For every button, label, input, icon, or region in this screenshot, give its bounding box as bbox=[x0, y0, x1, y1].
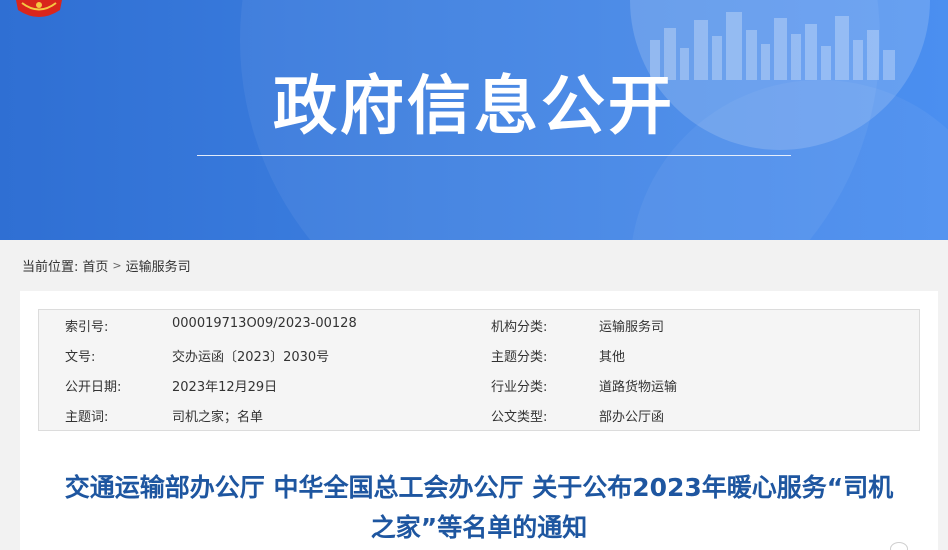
breadcrumb-department-link[interactable]: 运输服务司 bbox=[126, 256, 191, 275]
meta-label: 文号: bbox=[65, 350, 96, 365]
breadcrumb-separator: > bbox=[112, 258, 122, 272]
content-panel: 索引号: 000019713O09/2023-00128 机构分类: 运输服务司… bbox=[20, 291, 938, 550]
header-banner: 政府信息公开 bbox=[0, 0, 948, 240]
banner-underline bbox=[197, 155, 791, 156]
meta-label: 行业分类: bbox=[491, 380, 548, 395]
meta-value: 000019713O09/2023-00128 bbox=[172, 316, 357, 331]
meta-row: 文号: 交办运函〔2023〕2030号 主题分类: 其他 bbox=[39, 340, 919, 370]
meta-value: 2023年12月29日 bbox=[172, 380, 278, 395]
document-metadata-table: 索引号: 000019713O09/2023-00128 机构分类: 运输服务司… bbox=[38, 309, 920, 431]
meta-value: 交办运函〔2023〕2030号 bbox=[172, 350, 330, 365]
breadcrumb: 当前位置: 首页 > 运输服务司 bbox=[22, 255, 191, 275]
meta-label: 公开日期: bbox=[65, 380, 122, 395]
meta-label: 公文类型: bbox=[491, 410, 548, 425]
banner-title: 政府信息公开 bbox=[273, 70, 675, 144]
meta-value: 道路货物运输 bbox=[599, 380, 678, 395]
meta-label: 主题分类: bbox=[491, 350, 548, 365]
meta-row: 公开日期: 2023年12月29日 行业分类: 道路货物运输 bbox=[39, 370, 919, 400]
watermark bbox=[890, 542, 908, 550]
meta-value: 其他 bbox=[599, 350, 626, 365]
document-title-line: 之家”等名单的通知 bbox=[370, 513, 588, 542]
meta-value: 运输服务司 bbox=[599, 320, 665, 335]
meta-label: 主题词: bbox=[65, 410, 109, 425]
document-title-line: 交通运输部办公厅 中华全国总工会办公厅 关于公布2023年暖心服务“司机 bbox=[64, 473, 894, 502]
meta-value: 司机之家；名单 bbox=[172, 410, 264, 425]
watermark-logo-icon bbox=[890, 542, 908, 550]
meta-label: 机构分类: bbox=[491, 320, 548, 335]
national-emblem-icon bbox=[16, 0, 62, 17]
meta-value: 部办公厅函 bbox=[599, 410, 665, 425]
breadcrumb-label: 当前位置: bbox=[22, 259, 79, 275]
document-title: 交通运输部办公厅 中华全国总工会办公厅 关于公布2023年暖心服务“司机 之家”… bbox=[20, 468, 938, 548]
meta-row: 索引号: 000019713O09/2023-00128 机构分类: 运输服务司 bbox=[39, 310, 919, 340]
breadcrumb-home-link[interactable]: 首页 bbox=[82, 256, 108, 275]
meta-row: 主题词: 司机之家；名单 公文类型: 部办公厅函 bbox=[39, 400, 919, 430]
meta-label: 索引号: bbox=[65, 320, 109, 335]
